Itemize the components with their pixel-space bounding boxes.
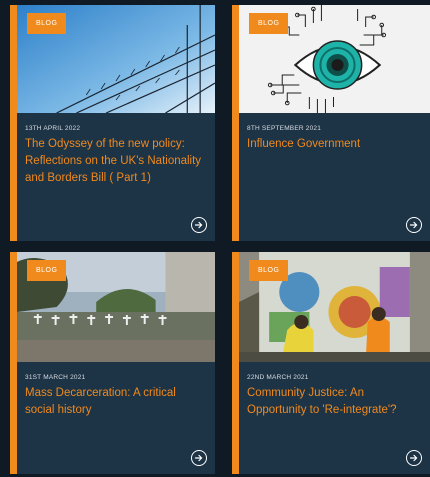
arrow-right-circle-icon[interactable]	[191, 217, 207, 233]
blog-card[interactable]: BLOG 13TH APRIL 2022 The Odyssey of the …	[10, 5, 215, 241]
card-image-digital-eye[interactable]: BLOG	[239, 5, 430, 113]
blog-card[interactable]: BLOG 22ND MARCH 2021 Community Justice: …	[232, 252, 430, 474]
post-title[interactable]: The Odyssey of the new policy: Reflectio…	[25, 136, 207, 187]
blog-card[interactable]: BLOG 8TH SEPTEMBER 2021 Influence Govern…	[232, 5, 430, 241]
post-date: 22ND MARCH 2021	[247, 374, 309, 381]
arrow-right-circle-icon[interactable]	[406, 217, 422, 233]
post-title[interactable]: Influence Government	[247, 136, 422, 153]
post-title[interactable]: Community Justice: An Opportunity to 'Re…	[247, 385, 422, 419]
card-image-memorial-crosses[interactable]: BLOG	[17, 252, 215, 362]
post-date: 31ST MARCH 2021	[25, 374, 86, 381]
arrow-right-circle-icon[interactable]	[191, 450, 207, 466]
post-date: 8TH SEPTEMBER 2021	[247, 125, 322, 132]
blog-badge[interactable]: BLOG	[249, 260, 289, 281]
blog-badge[interactable]: BLOG	[27, 260, 67, 281]
card-image-barbed-wire[interactable]: BLOG	[17, 5, 215, 113]
blog-card[interactable]: BLOG 31ST MARCH 2021 Mass Decarceration:…	[10, 252, 215, 474]
blog-badge[interactable]: BLOG	[249, 13, 289, 34]
post-title[interactable]: Mass Decarceration: A critical social hi…	[25, 385, 207, 419]
blog-badge[interactable]: BLOG	[27, 13, 67, 34]
arrow-right-circle-icon[interactable]	[406, 450, 422, 466]
card-image-mural-workers[interactable]: BLOG	[239, 252, 430, 362]
post-date: 13TH APRIL 2022	[25, 125, 81, 132]
blog-card-grid: BLOG 13TH APRIL 2022 The Odyssey of the …	[0, 0, 430, 477]
